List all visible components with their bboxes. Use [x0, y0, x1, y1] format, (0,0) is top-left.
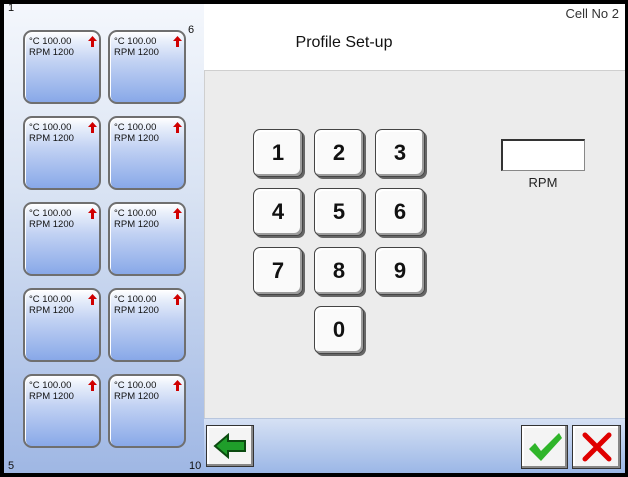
tile-rpm: RPM 1200	[114, 391, 159, 402]
cell-number-label: Cell No 2	[565, 6, 619, 21]
bottom-toolbar	[204, 418, 625, 473]
red-up-arrow-icon	[173, 380, 182, 391]
cell-sidebar: 1 6 5 10 °C 100.00 RPM 1200 °C 100.00 RP…	[4, 4, 204, 473]
back-button[interactable]	[206, 425, 254, 467]
tile-temperature: °C 100.00	[29, 294, 72, 305]
red-up-arrow-icon	[88, 122, 97, 133]
keypad-key-5[interactable]: 5	[314, 188, 364, 236]
checkmark-icon	[528, 433, 562, 461]
cell-tile-10[interactable]: °C 100.00 RPM 1200	[108, 374, 186, 448]
tile-temperature: °C 100.00	[114, 380, 157, 391]
keypad-key-2[interactable]: 2	[314, 129, 364, 177]
keypad-key-7[interactable]: 7	[253, 247, 303, 295]
tile-rpm: RPM 1200	[114, 219, 159, 230]
red-up-arrow-icon	[88, 380, 97, 391]
cell-tile-6[interactable]: °C 100.00 RPM 1200	[108, 30, 186, 104]
tile-temperature: °C 100.00	[114, 208, 157, 219]
cell-tile-8[interactable]: °C 100.00 RPM 1200	[108, 202, 186, 276]
tile-temperature: °C 100.00	[114, 122, 157, 133]
keypad-key-3[interactable]: 3	[375, 129, 425, 177]
tile-rpm: RPM 1200	[29, 133, 74, 144]
cell-tile-5[interactable]: °C 100.00 RPM 1200	[23, 374, 101, 448]
cell-tile-2[interactable]: °C 100.00 RPM 1200	[23, 116, 101, 190]
tile-rpm: RPM 1200	[29, 305, 74, 316]
keypad-key-8[interactable]: 8	[314, 247, 364, 295]
confirm-button[interactable]	[521, 425, 568, 469]
cell-tile-1[interactable]: °C 100.00 RPM 1200	[23, 30, 101, 104]
red-up-arrow-icon	[173, 36, 182, 47]
rpm-label: RPM	[528, 175, 558, 190]
tile-temperature: °C 100.00	[29, 208, 72, 219]
red-up-arrow-icon	[88, 36, 97, 47]
keypad-panel: 1 2 3 4 5 6 7 8 9 0 RPM	[204, 70, 625, 419]
back-arrow-icon	[213, 433, 246, 459]
red-up-arrow-icon	[173, 122, 182, 133]
tile-temperature: °C 100.00	[29, 122, 72, 133]
tile-rpm: RPM 1200	[114, 47, 159, 58]
tile-temperature: °C 100.00	[29, 36, 72, 47]
rpm-input[interactable]	[501, 139, 585, 171]
app-window: 1 6 5 10 °C 100.00 RPM 1200 °C 100.00 RP…	[4, 4, 625, 473]
corner-index-top-left: 1	[8, 4, 15, 14]
corner-index-bottom-right: 10	[189, 460, 202, 472]
tile-rpm: RPM 1200	[29, 47, 74, 58]
red-up-arrow-icon	[88, 208, 97, 219]
red-up-arrow-icon	[173, 208, 182, 219]
page-title: Profile Set-up	[295, 34, 393, 51]
cell-tile-9[interactable]: °C 100.00 RPM 1200	[108, 288, 186, 362]
tile-rpm: RPM 1200	[114, 305, 159, 316]
tile-temperature: °C 100.00	[114, 294, 157, 305]
keypad-key-6[interactable]: 6	[375, 188, 425, 236]
keypad-key-0[interactable]: 0	[314, 306, 364, 354]
keypad-key-4[interactable]: 4	[253, 188, 303, 236]
keypad-key-9[interactable]: 9	[375, 247, 425, 295]
cell-tile-7[interactable]: °C 100.00 RPM 1200	[108, 116, 186, 190]
red-up-arrow-icon	[88, 294, 97, 305]
cancel-button[interactable]	[572, 425, 621, 469]
tile-rpm: RPM 1200	[29, 219, 74, 230]
tile-temperature: °C 100.00	[29, 380, 72, 391]
tile-temperature: °C 100.00	[114, 36, 157, 47]
red-up-arrow-icon	[173, 294, 182, 305]
corner-index-top-right: 6	[188, 24, 195, 36]
tile-rpm: RPM 1200	[29, 391, 74, 402]
cell-tile-4[interactable]: °C 100.00 RPM 1200	[23, 288, 101, 362]
keypad-key-1[interactable]: 1	[253, 129, 303, 177]
close-icon	[582, 432, 611, 462]
corner-index-bottom-left: 5	[8, 460, 15, 472]
tile-rpm: RPM 1200	[114, 133, 159, 144]
cell-tile-3[interactable]: °C 100.00 RPM 1200	[23, 202, 101, 276]
